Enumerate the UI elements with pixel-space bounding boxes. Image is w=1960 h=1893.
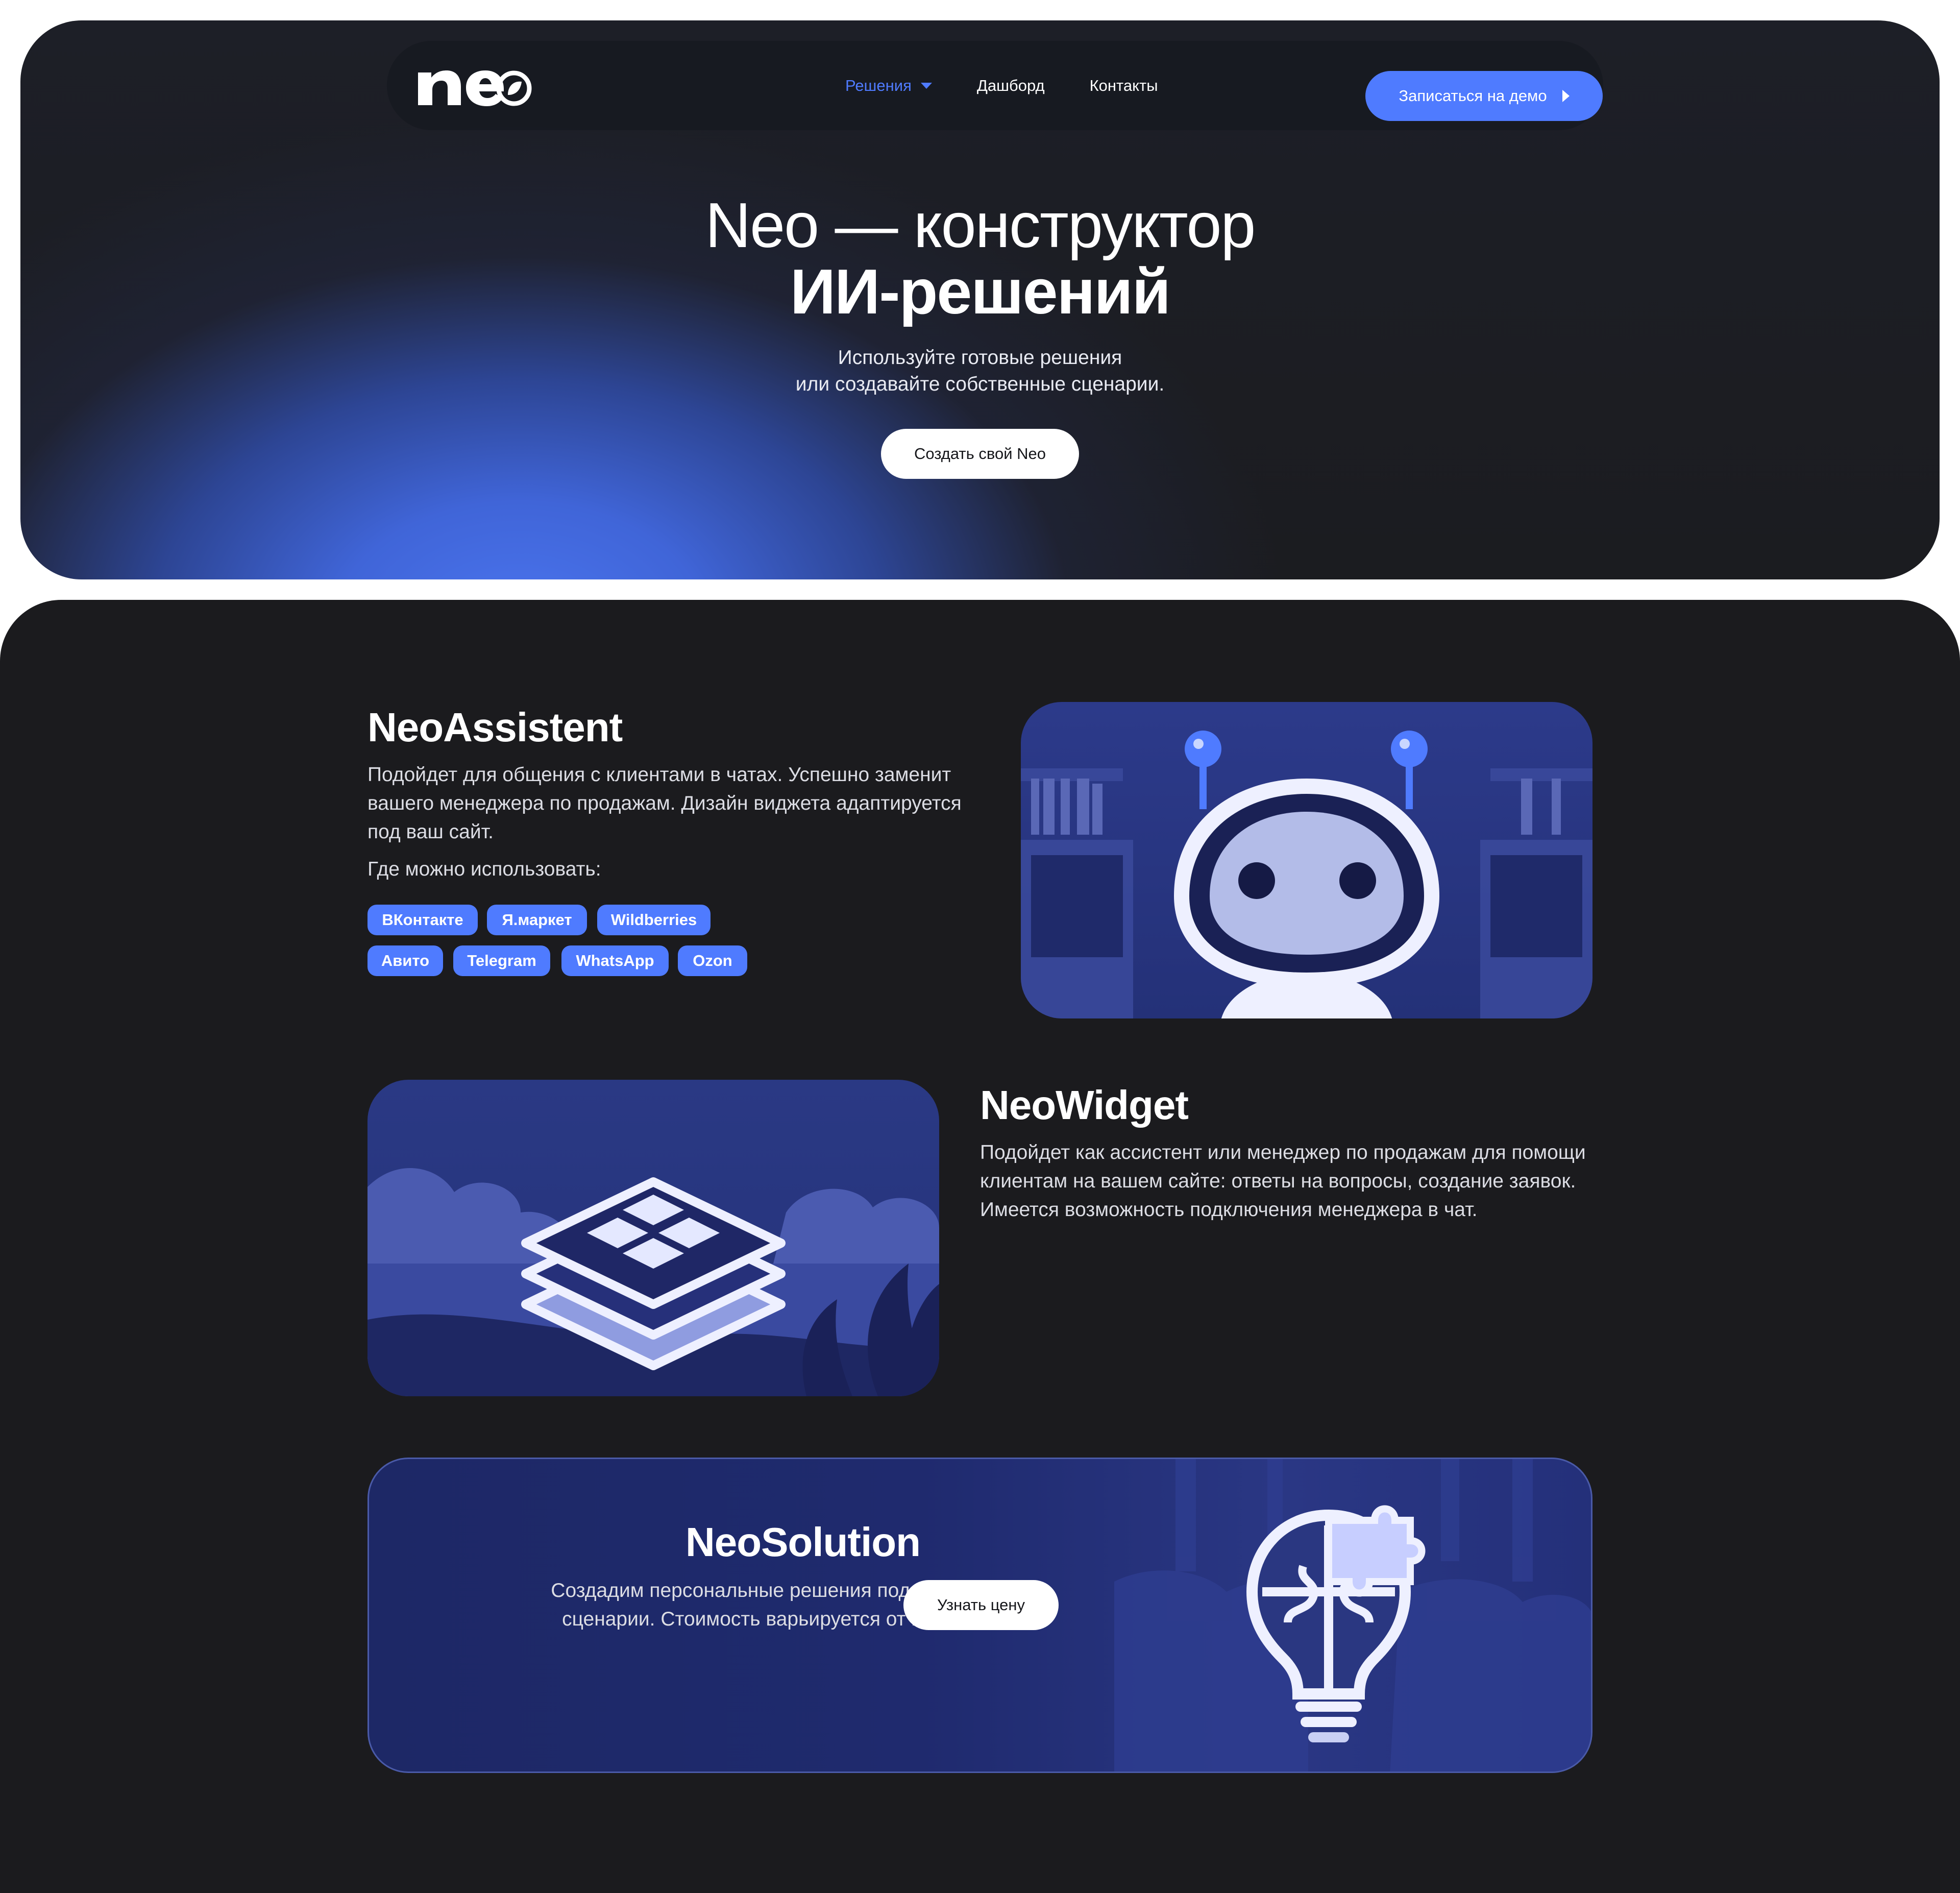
solutions-section: NeoAssistent Подойдет для общения с клие… — [0, 600, 1960, 1893]
solution-title: NeoSolution — [685, 1519, 921, 1565]
arrow-right-icon — [1562, 90, 1570, 102]
menu-item-contacts-label: Контакты — [1089, 76, 1158, 94]
tag-wildberries[interactable]: Wildberries — [597, 905, 710, 935]
robot-icon — [1021, 731, 1592, 1018]
hero-subtitle: Используйте готовые решения или создавай… — [20, 345, 1940, 398]
hero-subtitle-line1: Используйте готовые решения — [838, 347, 1122, 369]
hero-subtitle-line2: или создавайте собственные сценарии. — [795, 373, 1165, 395]
lightbulb-puzzle-icon — [1114, 1459, 1591, 1771]
neo-logo[interactable] — [416, 59, 533, 110]
assistant-description: Подойдет для общения с клиентами в чатах… — [368, 761, 1000, 846]
assistant-text-line2: вашего менеджера по продажам. Дизайн вид… — [368, 792, 962, 814]
tag-whatsapp[interactable]: WhatsApp — [561, 945, 669, 976]
hero-title-line2: ИИ-решений — [790, 257, 1171, 327]
tag-ozon[interactable]: Ozon — [678, 945, 747, 976]
menu-item-solutions[interactable]: Решения — [845, 77, 932, 95]
create-neo-button[interactable]: Создать свой Neo — [881, 429, 1079, 479]
menu-item-solutions-label: Решения — [845, 76, 912, 94]
main-menu: Решения Дашборд Контакты — [845, 41, 1158, 130]
assistant-where-label: Где можно использовать: — [368, 858, 601, 880]
solution-text-line1: Создадим персональные решения под любые … — [551, 1580, 1055, 1601]
book-demo-label: Записаться на демо — [1399, 87, 1547, 105]
solution-text-line2: сценарии. Стоимость варьируется от потре… — [562, 1608, 1044, 1630]
chevron-down-icon — [920, 82, 932, 89]
assistant-text-line3: под ваш сайт. — [368, 821, 494, 843]
menu-item-dashboard[interactable]: Дашборд — [977, 77, 1045, 95]
menu-item-contacts[interactable]: Контакты — [1090, 77, 1158, 95]
widget-description: Подойдет как ассистент или менеджер по п… — [980, 1138, 1603, 1224]
tag-avito[interactable]: Авито — [368, 945, 443, 976]
book-demo-button[interactable]: Записаться на демо — [1365, 71, 1603, 121]
tag-vkontakte[interactable]: ВКонтакте — [368, 905, 478, 935]
widget-text-line1: Подойдет как ассистент или менеджер по п… — [980, 1142, 1586, 1163]
widget-text-line3: Имеется возможность подключения менеджер… — [980, 1199, 1478, 1221]
solution-description: Создадим персональные решения под любые … — [369, 1576, 1237, 1634]
get-price-button[interactable]: Узнать цену — [903, 1580, 1059, 1630]
hero-section: Решения Дашборд Контакты Записаться на д… — [20, 20, 1940, 579]
menu-item-dashboard-label: Дашборд — [976, 76, 1045, 94]
assistant-title: NeoAssistent — [368, 705, 623, 750]
assistant-text-line1: Подойдет для общения с клиентами в чатах… — [368, 764, 951, 786]
neo-logo-mark — [418, 70, 532, 106]
tag-telegram[interactable]: Telegram — [453, 945, 550, 976]
hero-title-line1: Neo — конструктор — [705, 190, 1256, 261]
layers-icon — [368, 1168, 939, 1396]
top-navbar: Решения Дашборд Контакты Записаться на д… — [387, 41, 1603, 130]
widget-text-line2: клиентам на вашем сайте: ответы на вопро… — [980, 1170, 1576, 1192]
widget-image-card — [368, 1080, 939, 1396]
assistant-image-card — [1021, 702, 1592, 1018]
tag-yamarket[interactable]: Я.маркет — [487, 905, 587, 935]
widget-title: NeoWidget — [980, 1082, 1189, 1128]
